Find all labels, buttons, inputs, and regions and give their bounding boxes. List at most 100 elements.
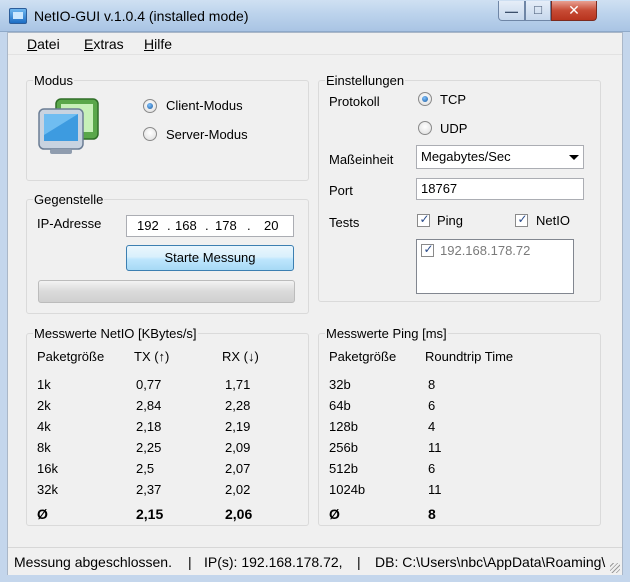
netio-results-label: Messwerte NetIO [KBytes/s] xyxy=(33,326,198,341)
menu-datei-accel: D xyxy=(27,36,38,52)
netio-rx: 2,28 xyxy=(225,398,251,413)
masseinheit-select[interactable]: Megabytes/Sec xyxy=(416,145,584,169)
tcp-radio[interactable] xyxy=(418,92,432,106)
checkmark-icon: ✓ xyxy=(517,212,528,226)
client-area: Datei Extras Hilfe Modus Client-Modus Se… xyxy=(7,32,623,575)
protokoll-label: Protokoll xyxy=(329,94,380,109)
netio-tx: 2,25 xyxy=(136,440,162,455)
masseinheit-value: Megabytes/Sec xyxy=(421,149,511,164)
netio-header-tx: TX (↑) xyxy=(134,349,170,364)
status-db-path: DB: C:\Users\nbc\AppData\Roaming\ xyxy=(375,554,606,570)
client-mode-radio[interactable] xyxy=(143,99,157,113)
ping-header-size: Paketgröße xyxy=(329,349,397,364)
modus-group-label: Modus xyxy=(33,73,75,88)
netio-rx: 2,19 xyxy=(225,419,251,434)
menu-extras-label: xtras xyxy=(93,36,124,52)
netio-rx: 2,07 xyxy=(225,461,251,476)
checkmark-icon: ✓ xyxy=(423,242,434,256)
netio-results-group: Messwerte NetIO [KBytes/s] Paketgröße TX… xyxy=(26,326,309,526)
status-separator: | xyxy=(357,554,361,570)
ip-octet-4: 20 xyxy=(264,218,279,233)
menu-hilfe[interactable]: Hilfe xyxy=(144,36,172,52)
status-ips: IP(s): 192.168.178.72, xyxy=(204,554,343,570)
masseinheit-label: Maßeinheit xyxy=(329,152,394,167)
udp-label: UDP xyxy=(440,121,468,136)
netio-tx: 2,37 xyxy=(136,482,162,497)
gegenstelle-group-label: Gegenstelle xyxy=(33,192,105,207)
netio-rx: 1,71 xyxy=(225,377,251,392)
ip-dot-3: . xyxy=(247,218,251,233)
netio-tx: 0,77 xyxy=(136,377,162,392)
menu-datei-label: atei xyxy=(37,36,60,52)
ping-size: 128b xyxy=(329,419,358,434)
ping-size: 512b xyxy=(329,461,358,476)
ip-octet-3: 178 xyxy=(215,218,237,233)
hosts-listbox[interactable]: ✓ 192.168.178.72 xyxy=(416,239,574,294)
netio-size: 4k xyxy=(37,419,51,434)
netio-checkbox-label: NetIO xyxy=(536,213,570,228)
ping-rtt: 11 xyxy=(428,482,442,497)
ping-rtt: 6 xyxy=(428,398,436,413)
ping-size: 256b xyxy=(329,440,358,455)
title-bar[interactable]: NetIO-GUI v.1.0.4 (installed mode) — □ ✕ xyxy=(0,0,630,32)
measurement-progress-bar xyxy=(38,280,295,303)
ip-address-label: IP-Adresse xyxy=(37,216,102,231)
app-icon xyxy=(9,8,27,24)
ip-dot-2: . xyxy=(205,218,209,233)
ping-size: 64b xyxy=(329,398,351,413)
netio-avg-symbol: Ø xyxy=(37,506,48,522)
host-checkbox[interactable]: ✓ xyxy=(421,242,434,257)
ping-rtt: 4 xyxy=(428,419,436,434)
ping-size: 1024b xyxy=(329,482,366,497)
ping-avg-symbol: Ø xyxy=(329,506,340,522)
checkmark-icon: ✓ xyxy=(419,212,430,226)
menu-extras-accel: E xyxy=(84,36,94,52)
menu-hilfe-label: ilfe xyxy=(154,36,173,52)
netio-avg-rx: 2,06 xyxy=(225,506,253,522)
chevron-down-icon xyxy=(569,155,579,160)
netio-tx: 2,5 xyxy=(136,461,155,476)
netio-size: 2k xyxy=(37,398,51,413)
tests-label: Tests xyxy=(329,215,360,230)
ping-header-rtt: Roundtrip Time xyxy=(425,349,514,364)
close-button[interactable]: ✕ xyxy=(551,1,597,21)
ping-checkbox-label: Ping xyxy=(437,213,464,228)
tcp-label: TCP xyxy=(440,92,466,107)
monitor-icon xyxy=(38,98,99,154)
port-label: Port xyxy=(329,183,353,198)
server-mode-radio[interactable] xyxy=(143,127,157,141)
einstellungen-group: Einstellungen Protokoll TCP UDP Maßeinhe… xyxy=(318,73,601,302)
host-item[interactable]: 192.168.178.72 xyxy=(440,243,530,258)
ip-octet-2: 168 xyxy=(175,218,197,233)
status-bar: Messung abgeschlossen. | IP(s): 192.168.… xyxy=(8,547,622,575)
minimize-button[interactable]: — xyxy=(498,1,525,21)
netio-rx: 2,02 xyxy=(225,482,251,497)
status-message: Messung abgeschlossen. xyxy=(14,554,172,570)
start-measurement-button[interactable]: Starte Messung xyxy=(126,245,294,271)
netio-header-rx: RX (↓) xyxy=(222,349,259,364)
port-input[interactable]: 18767 xyxy=(416,178,584,200)
netio-checkbox[interactable]: ✓ xyxy=(515,212,528,227)
ping-results-group: Messwerte Ping [ms] Paketgröße Roundtrip… xyxy=(318,326,601,526)
minimize-icon: — xyxy=(505,4,518,19)
ping-checkbox[interactable]: ✓ xyxy=(417,212,430,227)
server-mode-label: Server-Modus xyxy=(166,127,248,142)
status-separator: | xyxy=(188,554,192,570)
ping-size: 32b xyxy=(329,377,351,392)
netio-rx: 2,09 xyxy=(225,440,251,455)
maximize-icon: □ xyxy=(534,2,542,17)
menu-datei[interactable]: Datei xyxy=(27,36,60,52)
gegenstelle-group: Gegenstelle IP-Adresse 192 . 168 . 178 .… xyxy=(26,192,309,314)
ip-address-input[interactable]: 192 . 168 . 178 . 20 xyxy=(126,215,294,237)
menu-extras[interactable]: Extras xyxy=(84,36,124,52)
resize-grip-icon[interactable] xyxy=(610,563,620,573)
maximize-button[interactable]: □ xyxy=(525,1,551,21)
ping-results-label: Messwerte Ping [ms] xyxy=(325,326,448,341)
modus-group: Modus Client-Modus Server-Modus xyxy=(26,73,309,181)
menu-hilfe-accel: H xyxy=(144,36,155,52)
udp-radio[interactable] xyxy=(418,121,432,135)
einstellungen-group-label: Einstellungen xyxy=(325,73,406,88)
client-mode-label: Client-Modus xyxy=(166,98,243,113)
menu-bar: Datei Extras Hilfe xyxy=(8,33,622,55)
ping-rtt: 11 xyxy=(428,440,442,455)
